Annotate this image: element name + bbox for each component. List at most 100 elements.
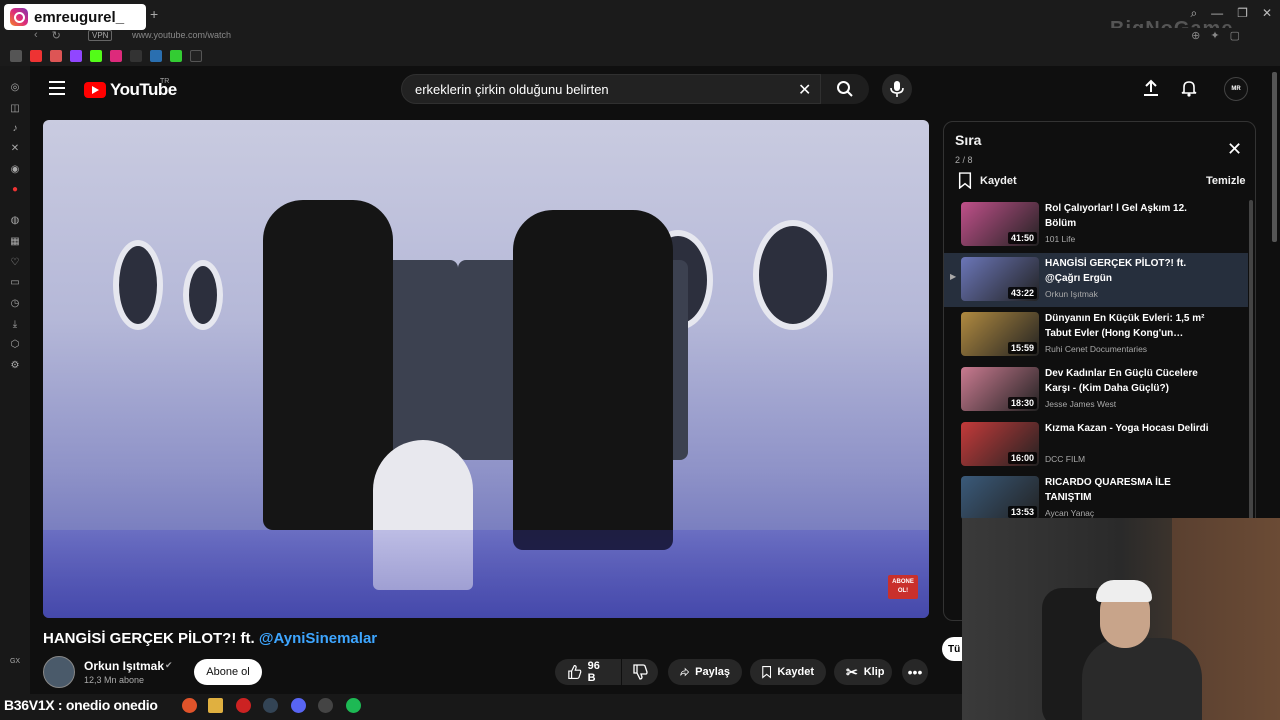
queue-duration: 15:59 <box>1007 342 1037 354</box>
queue-thumbnail: 43:22 <box>961 257 1039 301</box>
zoom-icon[interactable]: ⊕ <box>1191 29 1200 42</box>
microphone-icon <box>890 81 904 97</box>
bookmark-generic-icon[interactable] <box>130 50 142 62</box>
sidebar-settings-icon[interactable]: ⚙ <box>9 360 21 372</box>
queue-save-button[interactable]: Kaydet <box>958 172 1017 189</box>
taskbar-app-icon[interactable] <box>318 698 333 713</box>
bookmarks-bar <box>0 46 1280 66</box>
sidebar-discord-icon[interactable]: ◉ <box>9 164 21 176</box>
like-button[interactable]: 96 B <box>555 659 621 685</box>
queue-item-current[interactable]: ▶ 43:22 HANGİSİ GERÇEK PİLOT?! ft. @Çağr… <box>944 253 1248 307</box>
extension-icon[interactable]: ✦ <box>1210 29 1219 42</box>
bookmark-green-icon[interactable] <box>170 50 182 62</box>
video-player[interactable] <box>43 120 929 618</box>
verified-icon: ✔ <box>165 660 173 670</box>
channel-name[interactable]: Orkun Işıtmak <box>84 659 164 673</box>
reload-icon[interactable]: ↻ <box>52 29 61 42</box>
queue-clear-button[interactable]: Temizle <box>1206 175 1246 187</box>
queue-scrollbar[interactable] <box>1249 200 1253 520</box>
page-scrollbar[interactable] <box>1272 72 1277 242</box>
sidebar-spotify-icon[interactable]: ◍ <box>9 215 21 227</box>
queue-item-channel: Aycan Yanaç <box>1045 508 1095 518</box>
queue-item[interactable]: 18:30 Dev Kadınlar En Güçlü Cücelere Kar… <box>944 363 1248 417</box>
upload-icon[interactable] <box>1142 79 1160 102</box>
youtube-play-icon <box>84 82 106 98</box>
sidebar-download-icon[interactable]: ⤓ <box>9 319 21 331</box>
subscriber-count: 12,3 Mn abone <box>84 675 145 685</box>
queue-item-title: Dünyanın En Küçük Evleri: 1,5 m² Tabut E… <box>1045 313 1205 339</box>
share-button[interactable]: Paylaş <box>668 659 742 685</box>
taskbar-opera-icon[interactable] <box>236 698 251 713</box>
search-input[interactable]: erkeklerin çirkin olduğunu belirten <box>401 74 821 104</box>
subscribe-button[interactable]: Abone ol <box>194 659 262 685</box>
notifications-bell-icon[interactable] <box>1180 79 1198 102</box>
video-title: HANGİSİ GERÇEK PİLOT?! ft. @AyniSinemala… <box>43 630 377 647</box>
queue-item-channel: 101 Life <box>1045 234 1076 244</box>
clip-button[interactable]: ✂ Klip <box>834 659 892 685</box>
bookmark-tiktok-icon[interactable] <box>190 50 202 62</box>
share-icon <box>680 667 690 677</box>
back-icon[interactable]: ‹ <box>34 29 38 42</box>
search-icon[interactable]: ⌕ <box>1190 6 1197 21</box>
queue-title: Sıra <box>955 132 982 148</box>
taskbar-folder-icon[interactable] <box>208 698 223 713</box>
clear-search-icon[interactable]: ✕ <box>798 80 811 100</box>
sidebar-cube-icon[interactable]: ⬡ <box>9 339 21 351</box>
voice-search-button[interactable] <box>882 74 912 104</box>
queue-item[interactable]: 41:50 Rol Çalıyorlar! l Gel Aşkım 12. Bö… <box>944 198 1248 252</box>
sidebar-instagram-icon[interactable]: ◫ <box>9 103 21 115</box>
taskbar-app-icon[interactable] <box>182 698 197 713</box>
close-icon[interactable]: ✕ <box>1262 6 1272 21</box>
queue-item[interactable]: 16:00 Kızma Kazan - Yoga Hocası Delirdi … <box>944 418 1248 472</box>
screenshot-icon[interactable]: ▢ <box>1230 29 1240 42</box>
hamburger-menu-icon[interactable] <box>49 81 65 95</box>
person-body <box>1082 638 1202 720</box>
bookmark-instagram-icon[interactable] <box>110 50 122 62</box>
dislike-button[interactable] <box>622 659 658 685</box>
instagram-profile-badge: emreugurel_ <box>4 4 146 30</box>
queue-item[interactable]: 13:53 RICARDO QUARESMA İLE TANIŞTIM Ayca… <box>944 472 1248 520</box>
queue-item[interactable]: 15:59 Dünyanın En Küçük Evleri: 1,5 m² T… <box>944 308 1248 362</box>
save-button[interactable]: Kaydet <box>750 659 826 685</box>
account-avatar[interactable]: MR <box>1224 77 1248 101</box>
bookmark-tv-icon[interactable] <box>10 50 22 62</box>
sidebar-grid-icon[interactable]: ▦ <box>9 236 21 248</box>
queue-duration: 13:53 <box>1007 506 1037 518</box>
subscribe-overlay-badge[interactable]: ABONE OL! <box>888 575 918 599</box>
queue-position: 2 / 8 <box>955 155 973 165</box>
instagram-icon <box>10 8 28 26</box>
taskbar-spotify-icon[interactable] <box>346 698 361 713</box>
address-icons: ⊕ ✦ ▢ <box>1191 29 1240 42</box>
vpn-badge[interactable]: VPN <box>88 30 113 41</box>
bookmark-kick-icon[interactable] <box>90 50 102 62</box>
queue-item-title: Rol Çalıyorlar! l Gel Aşkım 12. Bölüm <box>1045 203 1187 229</box>
queue-save-label: Kaydet <box>980 174 1017 187</box>
more-actions-button[interactable]: ••• <box>902 659 928 685</box>
sidebar-heart-icon[interactable]: ♡ <box>9 257 21 269</box>
queue-item-channel: Ruhi Cenet Documentaries <box>1045 344 1148 354</box>
sidebar-red-icon[interactable]: ● <box>9 184 21 196</box>
maximize-icon[interactable]: ❐ <box>1237 6 1248 21</box>
url-field[interactable]: www.youtube.com/watch <box>132 30 231 40</box>
airplane-window <box>753 220 833 330</box>
title-mention-link[interactable]: @AyniSinemalar <box>259 630 377 647</box>
taskbar-discord-icon[interactable] <box>291 698 306 713</box>
bookmark-twitch-icon[interactable] <box>70 50 82 62</box>
bookmark-gmail-icon[interactable] <box>50 50 62 62</box>
like-count: 96 B <box>587 660 600 684</box>
sidebar-x-icon[interactable]: ✕ <box>9 143 21 155</box>
minimize-icon[interactable]: — <box>1211 6 1223 21</box>
airplane-window <box>113 240 163 330</box>
queue-close-icon[interactable]: ✕ <box>1227 139 1242 160</box>
taskbar-steam-icon[interactable] <box>263 698 278 713</box>
channel-avatar[interactable] <box>43 656 75 688</box>
bookmark-youtube-icon[interactable] <box>30 50 42 62</box>
sidebar-history-icon[interactable]: ◷ <box>9 298 21 310</box>
sidebar-tiktok-icon[interactable]: ♪ <box>9 123 21 135</box>
sidebar-gpt-icon[interactable]: ◎ <box>9 82 21 94</box>
queue-item-title: HANGİSİ GERÇEK PİLOT?! ft. @Çağrı Ergün <box>1045 258 1187 284</box>
bookmark-u-icon[interactable] <box>150 50 162 62</box>
sidebar-wallet-icon[interactable]: ▭ <box>9 277 21 289</box>
new-tab-button[interactable]: + <box>150 6 158 22</box>
search-button[interactable] <box>821 74 869 104</box>
